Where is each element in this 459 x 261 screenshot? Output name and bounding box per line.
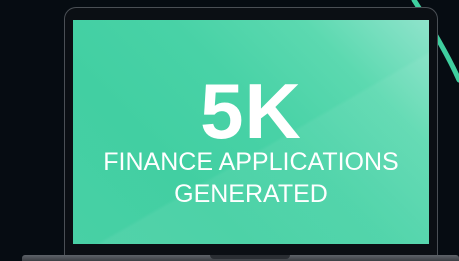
stat-caption-line-1: FINANCE APPLICATIONS: [103, 148, 399, 176]
stat-banner: 5K FINANCE APPLICATIONS GENERATED: [0, 0, 459, 261]
laptop-base-notch: [210, 255, 290, 259]
stat-caption-line-2: GENERATED: [174, 180, 328, 208]
stat-value: 5K: [200, 67, 302, 155]
laptop-screen: 5K FINANCE APPLICATIONS GENERATED: [73, 20, 429, 244]
